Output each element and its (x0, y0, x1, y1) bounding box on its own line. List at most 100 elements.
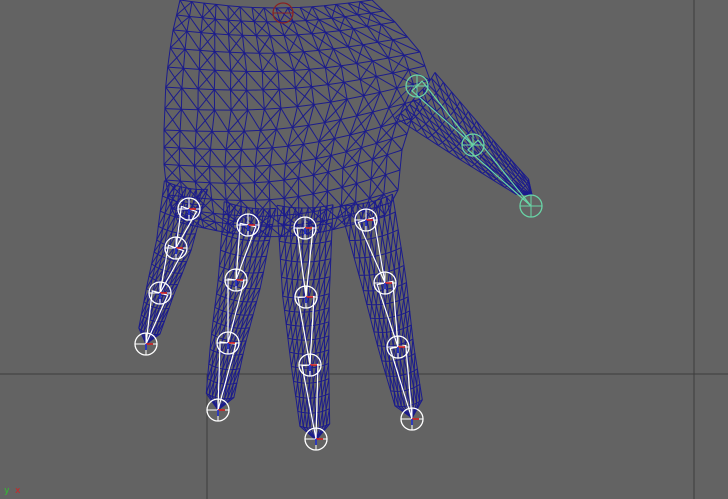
mesh-palm-edge (324, 48, 334, 68)
joint-middle-3 (298, 353, 322, 377)
axis-y-label: y (4, 486, 10, 496)
mesh-middle (295, 393, 330, 399)
viewport-scene[interactable] (0, 0, 728, 499)
mesh-middle (291, 261, 298, 280)
mesh-middle (297, 397, 300, 412)
mesh-palm-edge (356, 183, 370, 199)
mesh-thumb (462, 120, 469, 134)
mesh-index (389, 376, 392, 391)
mesh-index (384, 289, 388, 304)
mesh-palm-edge (347, 28, 354, 48)
mesh-palm-edge (330, 155, 344, 169)
mesh-middle (313, 242, 321, 262)
mesh-palm-edge (296, 86, 313, 107)
joint-index-4 (400, 407, 424, 431)
mesh-middle (289, 297, 294, 312)
mesh-index (362, 275, 365, 291)
axis-x-label: x (15, 486, 21, 496)
mesh-index (386, 271, 390, 290)
mesh-index (411, 339, 414, 356)
mesh-palm-edge (178, 164, 196, 183)
mesh-palm-edge (163, 108, 182, 131)
mesh-palm-edge (183, 68, 199, 90)
joint-ring-4 (206, 398, 230, 422)
mesh-middle (325, 378, 330, 396)
mesh-pinky (173, 261, 183, 274)
mesh-middle (318, 294, 325, 311)
ground-grid (0, 0, 728, 499)
mesh-middle (321, 380, 326, 397)
mesh-middle (293, 339, 298, 354)
mesh-palm-edge (202, 4, 217, 19)
mesh-middle (302, 383, 306, 398)
mesh-palm-edge (254, 181, 270, 201)
mesh-index (368, 256, 371, 276)
mesh-index (378, 304, 382, 319)
mesh-middle (322, 410, 327, 427)
mesh-palm-edge (258, 35, 271, 54)
mesh-index (385, 332, 388, 347)
mesh-middle (287, 324, 292, 339)
mesh-palm-edge (209, 182, 227, 201)
mesh-middle (325, 393, 330, 411)
mesh-index (353, 240, 356, 258)
mesh-palm-edge (209, 166, 226, 184)
mesh-index (408, 324, 412, 342)
mesh-palm-edge (179, 0, 373, 9)
mesh-middle (290, 311, 295, 326)
mesh-palm-edge (356, 91, 381, 117)
mesh-middle (297, 408, 330, 414)
mesh-palm-edge (263, 88, 280, 110)
mesh-middle (295, 382, 299, 397)
mesh-index (387, 214, 391, 235)
mesh-middle (311, 397, 315, 414)
mesh-middle (319, 411, 323, 428)
mesh-index (369, 238, 372, 258)
mesh-index (366, 296, 409, 306)
mesh-palm-edge (214, 69, 231, 91)
mesh-palm-edge (363, 76, 377, 97)
mesh-palm-edge (186, 31, 201, 51)
mesh-palm-edge (334, 138, 347, 153)
mesh-middle (286, 321, 330, 327)
mesh-index (358, 257, 361, 276)
mesh-index (403, 358, 405, 375)
mesh-thumb (435, 131, 443, 143)
mesh-middle (324, 335, 330, 352)
joint-thumb-3-selected (519, 194, 543, 218)
mesh-index (403, 282, 407, 299)
mesh-index (406, 310, 411, 327)
mesh-middle (291, 243, 298, 262)
mesh-ring (241, 327, 251, 342)
mesh-palm-edge (312, 171, 329, 195)
mesh-index (401, 265, 405, 285)
mesh-middle (293, 378, 330, 384)
mesh-middle (279, 240, 332, 245)
mesh-palm-edge (194, 131, 213, 150)
mesh-palm-edge (311, 19, 320, 34)
joint-middle-4 (304, 427, 328, 451)
mesh-palm-edge (268, 181, 285, 199)
mesh-index (381, 332, 384, 347)
mesh-index (366, 202, 370, 222)
mesh-palm-edge (261, 52, 275, 72)
mesh-thumb (456, 106, 464, 121)
mesh-palm-edge (184, 48, 200, 70)
mesh-middle (319, 323, 325, 339)
joint-ring-2 (224, 268, 248, 292)
3d-viewport[interactable]: y x (0, 0, 728, 499)
joint-middle-2 (294, 285, 318, 309)
joint-index-1 (354, 208, 378, 232)
mesh-middle (287, 279, 293, 298)
mesh-index (344, 205, 347, 224)
mesh-palm-edge (197, 69, 216, 90)
mesh-palm-edge (293, 51, 305, 71)
mesh-palm-edge (280, 107, 293, 128)
mesh-palm-edge (179, 130, 196, 150)
mesh-palm-edge (254, 147, 273, 167)
mesh-palm-edge (279, 7, 289, 22)
mesh-middle (314, 310, 320, 326)
mesh-middle (304, 398, 308, 413)
joint-pinky-2 (164, 236, 188, 260)
mesh-middle (276, 204, 334, 209)
